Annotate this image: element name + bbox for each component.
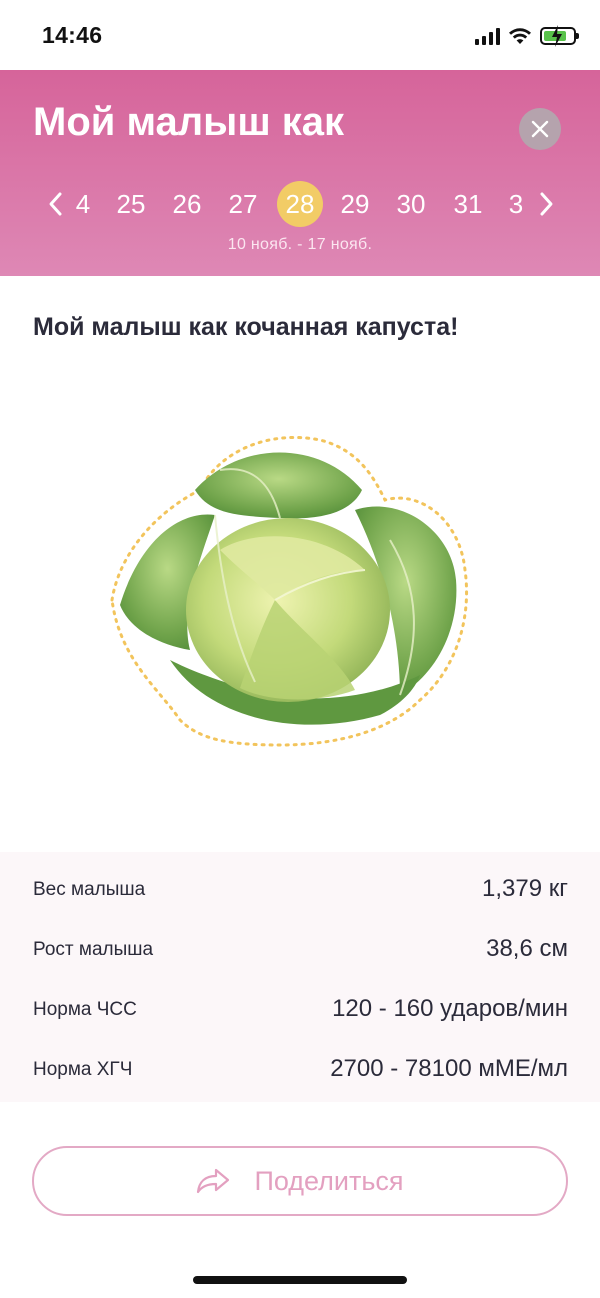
cabbage-illustration xyxy=(110,435,469,747)
stat-value: 120 - 160 ударов/мин xyxy=(332,995,568,1022)
stat-label: Норма ЧСС xyxy=(33,999,137,1020)
status-icons xyxy=(475,24,579,48)
home-indicator[interactable] xyxy=(193,1276,407,1284)
week-item[interactable]: 26 xyxy=(164,182,210,226)
stat-row-heart-rate: Норма ЧСС 120 - 160 ударов/мин xyxy=(0,977,600,1037)
share-arrow-icon xyxy=(197,1168,230,1194)
stat-label: Рост малыша xyxy=(33,939,154,960)
battery-icon xyxy=(540,25,579,47)
stat-row-hcg: Норма ХГЧ 2700 - 78100 мМЕ/мл xyxy=(0,1037,600,1097)
status-time: 14:46 xyxy=(42,22,103,48)
header: Мой малыш как 4 25 26 27 28 29 30 31 3 1… xyxy=(0,70,600,276)
week-item[interactable]: 31 xyxy=(445,182,491,226)
status-bar: 14:46 xyxy=(0,0,600,70)
week-item[interactable]: 25 xyxy=(108,182,154,226)
date-range: 10 нояб. - 17 нояб. xyxy=(227,236,373,253)
stats-panel: Вес малыша 1,379 кг Рост малыша 38,6 см … xyxy=(0,852,600,1102)
stat-value: 38,6 см xyxy=(486,935,568,962)
week-item[interactable]: 3 xyxy=(493,182,539,226)
stat-row-weight: Вес малыша 1,379 кг xyxy=(0,857,600,917)
week-item[interactable]: 27 xyxy=(220,182,266,226)
week-item[interactable]: 30 xyxy=(388,182,434,226)
close-icon xyxy=(531,120,549,138)
page-title: Мой малыш как xyxy=(33,100,345,144)
week-item-active[interactable]: 28 xyxy=(277,181,323,227)
stat-row-height: Рост малыша 38,6 см xyxy=(0,917,600,977)
content-title: Мой малыш как кочанная капуста! xyxy=(33,313,459,341)
week-item[interactable]: 29 xyxy=(332,182,378,226)
stat-value: 1,379 кг xyxy=(482,875,568,902)
week-selector: 4 25 26 27 28 29 30 31 3 xyxy=(40,181,560,227)
week-item[interactable]: 4 xyxy=(60,182,106,226)
signal-icon xyxy=(475,27,500,45)
stat-label: Норма ХГЧ xyxy=(33,1059,133,1080)
share-button[interactable]: Поделиться xyxy=(32,1146,568,1216)
share-label: Поделиться xyxy=(254,1165,404,1196)
wifi-icon xyxy=(509,28,531,44)
close-button[interactable] xyxy=(519,108,561,150)
stat-label: Вес малыша xyxy=(33,879,146,900)
chevron-right-icon[interactable] xyxy=(534,190,558,218)
stat-value: 2700 - 78100 мМЕ/мл xyxy=(330,1055,568,1082)
